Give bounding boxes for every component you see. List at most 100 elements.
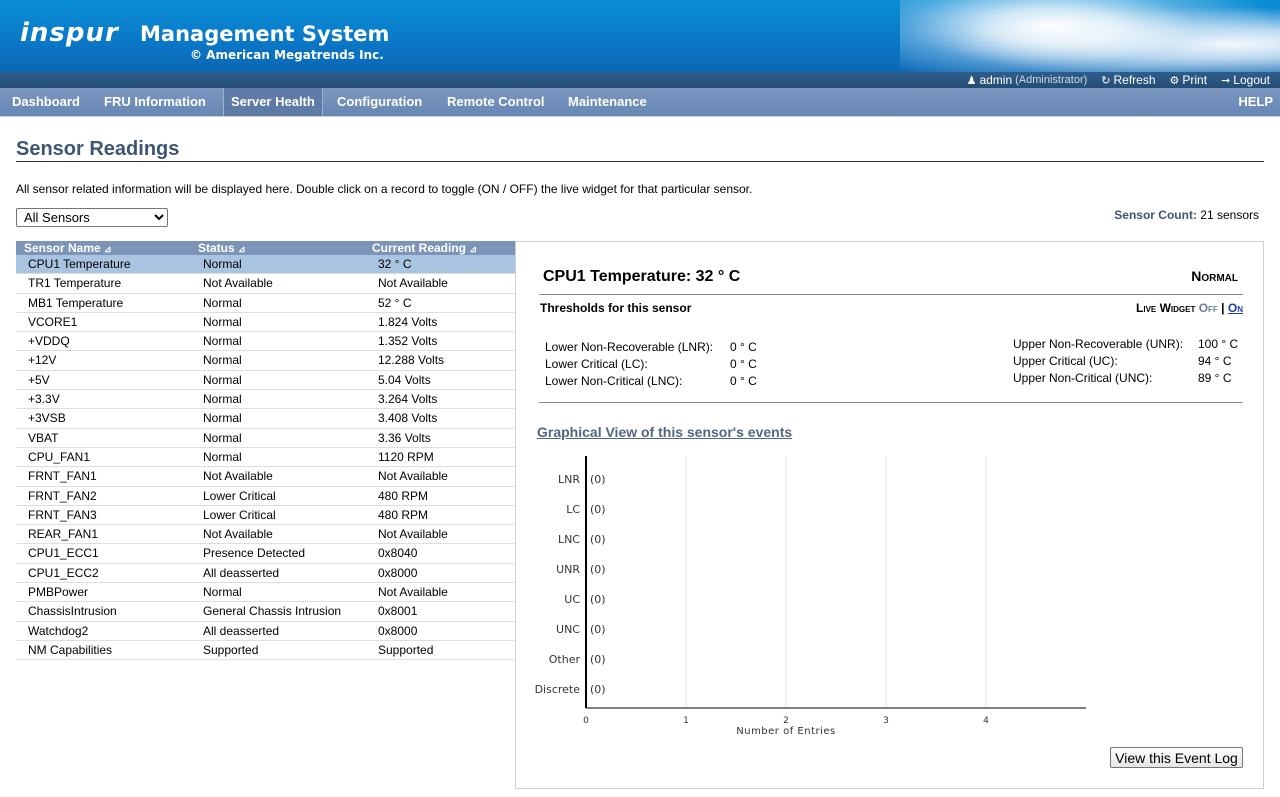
sensor-count: Sensor Count: 21 sensors: [1114, 208, 1259, 222]
main-nav: Dashboard FRU Information Server Health …: [0, 88, 1280, 117]
cell-reading: 3.264 Volts: [378, 392, 438, 407]
cell-status: All deasserted: [203, 623, 280, 638]
lc-value: 0 ° C: [730, 357, 757, 371]
bar-value-label: (0): [590, 593, 606, 606]
title-divider: [16, 161, 1264, 162]
cell-status: Normal: [203, 585, 242, 600]
sensor-filter-select[interactable]: All Sensors: [16, 208, 168, 227]
cell-status: Normal: [203, 314, 242, 329]
table-row[interactable]: TR1 Temperature Not Available Not Availabl…: [16, 274, 515, 294]
cell-status: Normal: [203, 449, 242, 464]
unc-value: 89 ° C: [1198, 371, 1232, 385]
table-row[interactable]: CPU1 Temperature Normal 32 ° C: [16, 255, 515, 275]
cell-reading: 480 RPM: [378, 488, 429, 503]
sort-arrow-icon: ⊿: [104, 244, 112, 254]
col-header-label: Current Reading: [372, 241, 467, 255]
user-info: ♟ admin (Administrator): [967, 73, 1088, 87]
table-row[interactable]: +VDDQ Normal 1.352 Volts: [16, 332, 515, 352]
logout-link[interactable]: ➞ Logout: [1221, 73, 1270, 87]
print-link[interactable]: ⚙ Print: [1170, 73, 1208, 87]
view-event-log-button[interactable]: View this Event Log: [1110, 747, 1243, 768]
table-row[interactable]: NM Capabilities Supported Supported: [16, 641, 515, 661]
sensor-table: Sensor Name ⊿ Status ⊿ Current Reading ⊿…: [16, 241, 515, 661]
sensor-events-chart: 0 1 2 3 4 LNR (0) LC (0) LNC (0) UNR (0) UC (0) UNC (0) O…: [530, 450, 1110, 750]
cell-status: Normal: [203, 372, 242, 387]
cell-sensor-name: ChassisIntrusion: [28, 604, 117, 619]
sensor-count-label: Sensor Count:: [1114, 208, 1197, 222]
table-row[interactable]: FRNT_FAN3 Lower Critical 480 RPM: [16, 506, 515, 526]
table-row[interactable]: CPU1_ECC1 Presence Detected 0x8040: [16, 544, 515, 564]
app-header: inspur Management System © American Mega…: [0, 0, 1280, 88]
cell-reading: 480 RPM: [378, 507, 429, 522]
nav-remote-control[interactable]: Remote Control: [440, 88, 552, 116]
cell-status: Presence Detected: [203, 546, 306, 561]
table-row[interactable]: FRNT_FAN2 Lower Critical 480 RPM: [16, 487, 515, 506]
nav-maintenance[interactable]: Maintenance: [561, 88, 654, 116]
y-category-label: UC: [564, 593, 580, 606]
cell-reading: Not Available: [378, 469, 448, 484]
table-row[interactable]: VBAT Normal 3.36 Volts: [16, 429, 515, 448]
unc-label: Upper Non-Critical (UNC):: [1013, 371, 1153, 385]
table-row[interactable]: CPU1_ECC2 All deasserted 0x8000: [16, 564, 515, 584]
detail-divider: [539, 402, 1243, 403]
table-row[interactable]: REAR_FAN1 Not Available Not Available: [16, 525, 515, 545]
cell-sensor-name: TR1 Temperature: [28, 276, 122, 291]
graphical-view-link[interactable]: Graphical View of this sensor's events: [537, 424, 792, 440]
table-row[interactable]: Watchdog2 All deasserted 0x8000: [16, 622, 515, 641]
col-header-current-reading[interactable]: Current Reading ⊿: [372, 241, 477, 256]
events-chart-svg: 0 1 2 3 4 LNR (0) LC (0) LNC (0) UNR (0) UC (0) UNC (0) O…: [535, 456, 1086, 737]
cell-reading: 3.408 Volts: [378, 411, 438, 426]
cell-sensor-name: FRNT_FAN2: [28, 488, 97, 503]
sensor-detail-status: Normal: [1191, 268, 1238, 284]
user-toolbar: ♟ admin (Administrator) ↻ Refresh ⚙ Prin…: [967, 73, 1270, 87]
table-row[interactable]: VCORE1 Normal 1.824 Volts: [16, 313, 515, 333]
cell-status: Lower Critical: [203, 507, 276, 522]
username: admin: [979, 73, 1013, 87]
table-body: CPU1 Temperature Normal 32 ° C TR1 Tempera…: [16, 255, 515, 661]
table-row[interactable]: FRNT_FAN1 Not Available Not Available: [16, 467, 515, 487]
bar-value-label: (0): [590, 503, 606, 516]
uc-value: 94 ° C: [1198, 354, 1232, 368]
cell-sensor-name: +12V: [28, 353, 57, 368]
user-icon: ♟: [966, 74, 977, 87]
refresh-link[interactable]: ↻ Refresh: [1101, 73, 1155, 87]
cell-status: Normal: [203, 353, 242, 368]
cell-reading: 12.288 Volts: [378, 353, 445, 368]
cell-sensor-name: NM Capabilities: [28, 642, 113, 657]
table-row[interactable]: ChassisIntrusion General Chassis Intrusio…: [16, 602, 515, 622]
table-row[interactable]: CPU_FAN1 Normal 1120 RPM: [16, 448, 515, 468]
live-widget-off[interactable]: Off: [1199, 301, 1218, 315]
cell-sensor-name: +3VSB: [28, 411, 66, 426]
cell-reading: 1.352 Volts: [378, 334, 438, 349]
lc-label: Lower Critical (LC):: [545, 357, 648, 371]
cell-status: Normal: [203, 430, 242, 445]
table-row[interactable]: +3.3V Normal 3.264 Volts: [16, 390, 515, 410]
table-row[interactable]: PMBPower Normal Not Available: [16, 583, 515, 603]
col-header-status[interactable]: Status ⊿: [198, 241, 246, 256]
nav-fru-information[interactable]: FRU Information: [97, 88, 213, 116]
cell-sensor-name: Watchdog2: [28, 623, 89, 638]
cell-sensor-name: CPU_FAN1: [28, 449, 91, 464]
nav-help[interactable]: HELP: [1238, 88, 1273, 115]
cell-status: General Chassis Intrusion: [203, 604, 342, 619]
table-row[interactable]: +12V Normal 12.288 Volts: [16, 351, 515, 371]
x-tick-label: 2: [783, 716, 789, 726]
cell-sensor-name: FRNT_FAN3: [28, 507, 97, 522]
col-header-sensor-name[interactable]: Sensor Name ⊿: [24, 241, 112, 256]
cell-status: Normal: [203, 392, 242, 407]
live-widget-on[interactable]: On: [1228, 301, 1243, 315]
lnr-value: 0 ° C: [730, 340, 757, 354]
cell-sensor-name: VCORE1: [28, 314, 78, 329]
x-tick-label: 1: [683, 716, 689, 726]
table-row[interactable]: +5V Normal 5.04 Volts: [16, 371, 515, 391]
nav-dashboard[interactable]: Dashboard: [5, 88, 87, 116]
cell-reading: 0x8040: [378, 546, 418, 561]
nav-configuration[interactable]: Configuration: [330, 88, 429, 116]
nav-server-health[interactable]: Server Health: [223, 88, 323, 116]
table-row[interactable]: MB1 Temperature Normal 52 ° C: [16, 294, 515, 313]
y-category-label: LNR: [558, 473, 580, 486]
cell-reading: 0x8000: [378, 565, 418, 580]
cell-sensor-name: FRNT_FAN1: [28, 469, 97, 484]
cell-reading: 32 ° C: [378, 257, 412, 271]
table-row[interactable]: +3VSB Normal 3.408 Volts: [16, 409, 515, 429]
